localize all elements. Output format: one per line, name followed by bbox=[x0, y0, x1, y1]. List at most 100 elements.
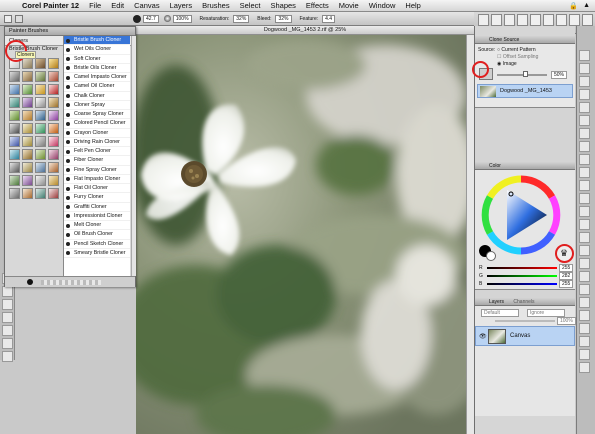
composite-method-select[interactable]: Default bbox=[481, 309, 519, 317]
menu-layers[interactable]: Layers bbox=[165, 1, 198, 10]
reset-tool-icon[interactable] bbox=[15, 14, 23, 23]
looks-icon[interactable] bbox=[556, 14, 567, 26]
flow-maps-icon[interactable] bbox=[582, 14, 593, 26]
rotate-tool-icon[interactable] bbox=[2, 312, 13, 323]
color-sets-icon[interactable] bbox=[579, 76, 590, 87]
variant-item[interactable]: Flat Oil Cloner bbox=[64, 184, 130, 194]
brush-selector-icon[interactable] bbox=[491, 14, 502, 26]
gradients-icon[interactable] bbox=[530, 14, 541, 26]
category-image-hose-icon[interactable] bbox=[9, 162, 20, 173]
navigator-icon[interactable] bbox=[579, 115, 590, 126]
variant-item[interactable]: Flat Impasto Cloner bbox=[64, 175, 130, 184]
spacing-icon[interactable] bbox=[579, 193, 590, 204]
category-crayons-icon[interactable] bbox=[48, 71, 59, 82]
variant-item[interactable]: Impressionist Cloner bbox=[64, 212, 130, 221]
category-charcoal-icon[interactable] bbox=[35, 71, 46, 82]
category-chalk-icon[interactable] bbox=[22, 71, 33, 82]
menu-file[interactable]: File bbox=[84, 1, 106, 10]
text-tool-icon[interactable] bbox=[579, 349, 590, 360]
category-oils-icon[interactable] bbox=[48, 110, 59, 121]
menu-window[interactable]: Window bbox=[364, 1, 401, 10]
category-pens-icon[interactable] bbox=[22, 58, 33, 69]
menu-help[interactable]: Help bbox=[400, 1, 425, 10]
category-palette-knives-icon[interactable] bbox=[9, 123, 20, 134]
category-acrylics-icon[interactable] bbox=[22, 84, 33, 95]
category-hard-media-icon[interactable] bbox=[48, 162, 59, 173]
variant-item[interactable]: Colored Pencil Cloner bbox=[64, 119, 130, 129]
rake-icon[interactable] bbox=[579, 323, 590, 334]
patterns-icon[interactable] bbox=[517, 14, 528, 26]
lock-icon[interactable]: 🔒 bbox=[569, 2, 578, 10]
category-bristle-icon[interactable] bbox=[35, 175, 46, 186]
category-tinting-icon[interactable] bbox=[9, 149, 20, 160]
layer-opacity-field[interactable]: 100% bbox=[557, 317, 576, 325]
channel-r-slider[interactable] bbox=[487, 267, 557, 269]
channel-b-field[interactable]: 255 bbox=[559, 280, 574, 288]
category-conte-icon[interactable] bbox=[22, 188, 33, 199]
clone-source-header[interactable]: Clone Source bbox=[475, 36, 575, 44]
shape-tool-icon[interactable] bbox=[2, 299, 13, 310]
variant-item[interactable]: Graffiti Cloner bbox=[64, 203, 130, 212]
menu-movie[interactable]: Movie bbox=[334, 1, 364, 10]
layers-panel-icon[interactable] bbox=[579, 89, 590, 100]
feature-field[interactable]: 4.4 bbox=[322, 14, 336, 23]
painting-canvas[interactable] bbox=[136, 35, 466, 434]
channels-tab[interactable]: Channels bbox=[513, 299, 534, 305]
variant-item[interactable]: Camel Oil Cloner bbox=[64, 82, 130, 92]
category-pens-2-icon[interactable] bbox=[9, 188, 20, 199]
category-artists-icon[interactable] bbox=[35, 149, 46, 160]
text-panel-icon[interactable] bbox=[579, 141, 590, 152]
variant-item[interactable]: Soft Cloner bbox=[64, 55, 130, 64]
opacity-field[interactable]: 100% bbox=[172, 14, 192, 23]
variant-item[interactable]: Fiber Cloner bbox=[64, 156, 130, 166]
color-panel-icon[interactable] bbox=[579, 50, 590, 61]
angle-icon[interactable] bbox=[579, 206, 590, 217]
brush-size-field[interactable]: 42.7 bbox=[143, 14, 159, 23]
category-sumi-e-icon[interactable] bbox=[48, 136, 59, 147]
clone-color-toggle[interactable]: ♛ bbox=[555, 244, 574, 263]
channel-g-slider[interactable] bbox=[487, 275, 557, 277]
category-digital-watercolor-icon[interactable] bbox=[9, 97, 20, 108]
category-felt-pens-icon[interactable] bbox=[48, 58, 59, 69]
preserve-select[interactable]: Ignore bbox=[527, 309, 565, 317]
category-markers-icon[interactable] bbox=[35, 58, 46, 69]
grid-icon[interactable] bbox=[2, 338, 13, 349]
variant-item[interactable]: Furry Cloner bbox=[64, 193, 130, 203]
category-distortion-icon[interactable] bbox=[22, 97, 33, 108]
opt-image[interactable]: ◉ Image bbox=[497, 61, 517, 67]
opt-offset-sampling[interactable]: ☐ Offset Sampling bbox=[497, 54, 538, 60]
plug-ins-icon[interactable] bbox=[579, 284, 590, 295]
color-panel-header[interactable]: Color bbox=[475, 162, 575, 170]
zoom-field[interactable]: 50% bbox=[551, 71, 568, 79]
category-watercolor-icon[interactable] bbox=[22, 149, 33, 160]
category-airbrush-icon[interactable] bbox=[9, 84, 20, 95]
random-icon[interactable] bbox=[579, 271, 590, 282]
category-impasto-icon[interactable] bbox=[22, 110, 33, 121]
canvas-scrollbar[interactable] bbox=[466, 35, 474, 434]
channel-g-field[interactable]: 282 bbox=[559, 272, 574, 280]
variant-item[interactable]: Driving Rain Cloner bbox=[64, 138, 130, 147]
secondary-color-swatch[interactable] bbox=[486, 251, 496, 261]
expand-panels-icon[interactable] bbox=[579, 362, 590, 373]
category-thick-paint-icon[interactable] bbox=[9, 175, 20, 186]
screen-mode-icon[interactable] bbox=[2, 351, 13, 362]
well-icon[interactable] bbox=[579, 232, 590, 243]
brush-tool-icon[interactable] bbox=[4, 14, 12, 23]
variant-item[interactable]: Melt Cloner bbox=[64, 221, 130, 231]
computed-circular-icon[interactable] bbox=[579, 297, 590, 308]
category-pastels-icon[interactable] bbox=[22, 123, 33, 134]
category-glazing-icon[interactable] bbox=[48, 175, 59, 186]
mixer-panel-icon[interactable] bbox=[579, 63, 590, 74]
variant-item[interactable]: Coarse Spray Cloner bbox=[64, 110, 130, 120]
menu-brushes[interactable]: Brushes bbox=[197, 1, 235, 10]
variant-item[interactable]: Bristle Brush Cloner bbox=[64, 36, 130, 46]
layer-row-canvas[interactable]: 👁 Canvas bbox=[475, 326, 575, 346]
crop-tool-icon[interactable] bbox=[2, 286, 13, 297]
dab-profile-icon[interactable] bbox=[579, 180, 590, 191]
layers-tab[interactable]: Layers bbox=[489, 299, 504, 305]
category-gouache-icon[interactable] bbox=[9, 110, 20, 121]
brush-controls-icon[interactable] bbox=[579, 154, 590, 165]
impasto-icon[interactable] bbox=[579, 245, 590, 256]
brush-library-icon[interactable] bbox=[478, 14, 489, 26]
bleed-field[interactable]: 32% bbox=[275, 14, 292, 23]
